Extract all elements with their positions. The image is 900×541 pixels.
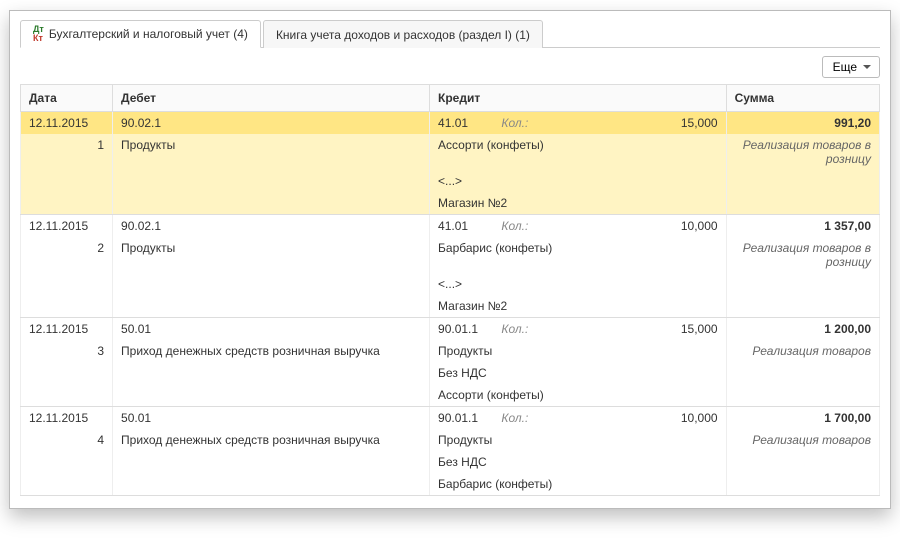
cell-credit-sub3: Барбарис (конфеты) — [430, 473, 727, 496]
cell-row-number: 1 — [21, 134, 113, 170]
cell-note: Реализация товаров — [726, 429, 879, 451]
cell-sum: 1 200,00 — [726, 318, 879, 341]
cell-note: Реализация товаров — [726, 340, 879, 362]
table-header-row: Дата Дебет Кредит Сумма — [21, 85, 880, 112]
tab-income-book-label: Книга учета доходов и расходов (раздел I… — [276, 28, 530, 42]
qty-label: Кол.: — [501, 322, 528, 336]
cell-debet-sub: Продукты — [113, 237, 430, 273]
cell-credit-acc: 90.01.1 Кол.: 15,000 — [430, 318, 727, 341]
cell-credit-sub1: Ассорти (конфеты) — [430, 134, 727, 170]
tab-accounting-label: Бухгалтерский и налоговый учет (4) — [49, 27, 248, 41]
cell-credit-sub3: Магазин №2 — [430, 295, 727, 318]
cell-date: 12.11.2015 — [21, 407, 113, 430]
table-row[interactable]: <...> — [21, 170, 880, 192]
cell-credit-sub2: <...> — [430, 273, 727, 295]
table-row[interactable]: 12.11.201550.0190.01.1 Кол.: 15,0001 200… — [21, 318, 880, 341]
cell-credit-sub2: <...> — [430, 170, 727, 192]
cell-date: 12.11.2015 — [21, 112, 113, 135]
debit-credit-icon: ДтКт — [33, 25, 44, 43]
table-row[interactable]: Ассорти (конфеты) — [21, 384, 880, 407]
qty-label: Кол.: — [501, 219, 528, 233]
table-row[interactable]: <...> — [21, 273, 880, 295]
cell-sum: 991,20 — [726, 112, 879, 135]
table-row[interactable]: Без НДС — [21, 362, 880, 384]
register-table: Дата Дебет Кредит Сумма 12.11.201590.02.… — [20, 84, 880, 496]
cell-date: 12.11.2015 — [21, 215, 113, 238]
tab-income-book[interactable]: Книга учета доходов и расходов (раздел I… — [263, 20, 543, 48]
cell-credit-acc: 41.01 Кол.: 10,000 — [430, 215, 727, 238]
cell-note: Реализация товаров в розницу — [726, 237, 879, 273]
table-row[interactable]: Без НДС — [21, 451, 880, 473]
more-button[interactable]: Еще — [822, 56, 880, 78]
tab-accounting[interactable]: ДтКт Бухгалтерский и налоговый учет (4) — [20, 20, 261, 48]
cell-debet-sub: Приход денежных средств розничная выручк… — [113, 340, 430, 362]
cell-debet-sub: Продукты — [113, 134, 430, 170]
col-debet[interactable]: Дебет — [113, 85, 430, 112]
col-credit[interactable]: Кредит — [430, 85, 727, 112]
table-row[interactable]: 12.11.201550.0190.01.1 Кол.: 10,0001 700… — [21, 407, 880, 430]
cell-credit-acc: 90.01.1 Кол.: 10,000 — [430, 407, 727, 430]
table-row[interactable]: 12.11.201590.02.141.01 Кол.: 10,0001 357… — [21, 215, 880, 238]
cell-credit-sub3: Магазин №2 — [430, 192, 727, 215]
cell-debet-acc: 50.01 — [113, 318, 430, 341]
table-row[interactable]: 3Приход денежных средств розничная выруч… — [21, 340, 880, 362]
cell-sum: 1 357,00 — [726, 215, 879, 238]
cell-debet-acc: 50.01 — [113, 407, 430, 430]
cell-sum: 1 700,00 — [726, 407, 879, 430]
col-sum[interactable]: Сумма — [726, 85, 879, 112]
table-row[interactable]: Магазин №2 — [21, 295, 880, 318]
qty-label: Кол.: — [501, 116, 528, 130]
cell-credit-acc: 41.01 Кол.: 15,000 — [430, 112, 727, 135]
more-button-label: Еще — [833, 60, 857, 74]
col-date[interactable]: Дата — [21, 85, 113, 112]
table-row[interactable]: 12.11.201590.02.141.01 Кол.: 15,000991,2… — [21, 112, 880, 135]
cell-credit-sub3: Ассорти (конфеты) — [430, 384, 727, 407]
cell-debet-sub: Приход денежных средств розничная выручк… — [113, 429, 430, 451]
cell-row-number: 2 — [21, 237, 113, 273]
cell-credit-sub2: Без НДС — [430, 451, 727, 473]
toolbar: Еще — [20, 48, 880, 84]
table-row[interactable]: Магазин №2 — [21, 192, 880, 215]
cell-note: Реализация товаров в розницу — [726, 134, 879, 170]
tabs-bar: ДтКт Бухгалтерский и налоговый учет (4) … — [20, 19, 880, 48]
table-row[interactable]: 1ПродуктыАссорти (конфеты)Реализация тов… — [21, 134, 880, 170]
cell-credit-sub2: Без НДС — [430, 362, 727, 384]
cell-debet-acc: 90.02.1 — [113, 112, 430, 135]
cell-row-number: 4 — [21, 429, 113, 451]
table-row[interactable]: Барбарис (конфеты) — [21, 473, 880, 496]
qty-label: Кол.: — [501, 411, 528, 425]
table-row[interactable]: 4Приход денежных средств розничная выруч… — [21, 429, 880, 451]
cell-row-number: 3 — [21, 340, 113, 362]
table-row[interactable]: 2ПродуктыБарбарис (конфеты)Реализация то… — [21, 237, 880, 273]
cell-credit-sub1: Продукты — [430, 340, 727, 362]
cell-debet-acc: 90.02.1 — [113, 215, 430, 238]
cell-credit-sub1: Барбарис (конфеты) — [430, 237, 727, 273]
cell-credit-sub1: Продукты — [430, 429, 727, 451]
cell-date: 12.11.2015 — [21, 318, 113, 341]
